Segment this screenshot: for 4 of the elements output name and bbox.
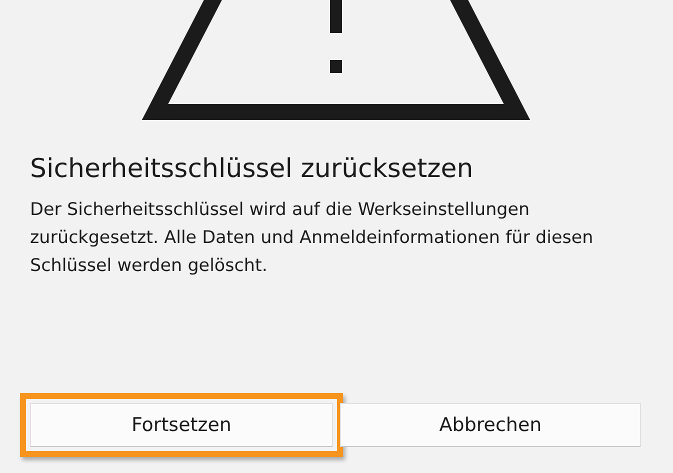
dialog-button[interactable]: Abbrechen [340, 403, 641, 447]
dialog-message: Der Sicherheitsschlüssel wird auf die Werkseinstellungen zurückgesetzt. Alle Daten und Anmeldeinformationen für diesen Schlüssel werden gelöscht. [30, 199, 594, 278]
dialog-button[interactable]: Fortsetzen [30, 403, 333, 447]
dialog-title: Sicherheitsschlüssel zurücksetzen [30, 153, 474, 186]
